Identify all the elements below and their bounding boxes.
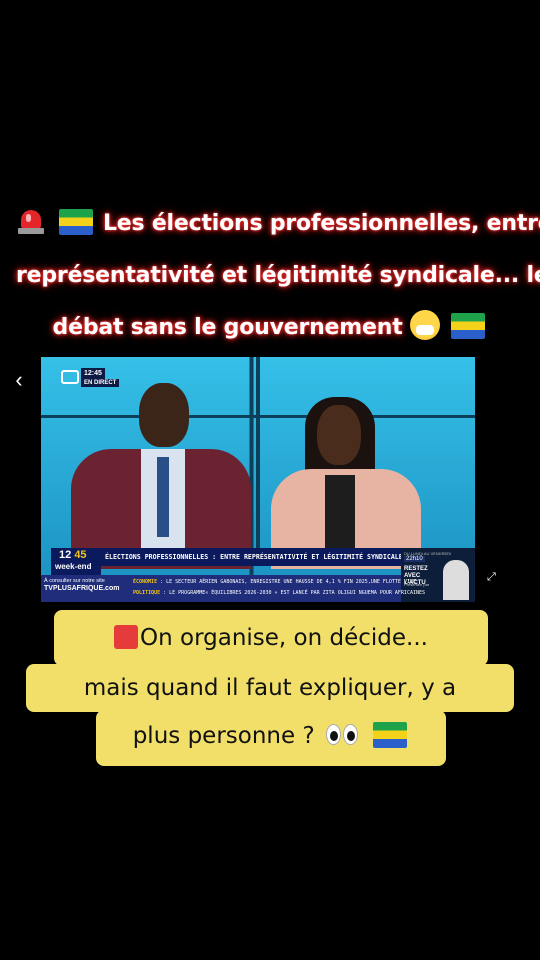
eyes-icon: [325, 724, 360, 746]
promo-time: 22h10: [404, 556, 425, 562]
news-ticker: À consulter sur notre site TVPLUSAFRIQUE…: [41, 575, 425, 602]
guest-man-head: [139, 383, 189, 447]
siren-icon: [16, 206, 46, 236]
live-badge: EN DIRECT: [81, 379, 120, 387]
fullscreen-icon[interactable]: ⤢: [487, 571, 501, 585]
sneezing-face-icon: [409, 310, 440, 340]
program-name: week-end: [55, 562, 92, 571]
overlay-text-1: On organise, on décide...: [140, 625, 428, 651]
program-clock: 12 45 week-end: [51, 548, 101, 575]
ticker-text: : LE SECTEUR AÉRIEN GABONAIS, ENREGISTRE…: [160, 579, 416, 585]
clock-min: 45: [74, 549, 87, 561]
lower-third: 12 45 week-end ÉLECTIONS PROFESSIONNELLE…: [51, 548, 401, 575]
site-prompt: À consulter sur notre site TVPLUSAFRIQUE…: [44, 578, 130, 592]
gabon-flag-icon: [373, 722, 408, 748]
site-url: TVPLUSAFRIQUE.com: [44, 585, 120, 592]
clock-hour: 12: [59, 549, 72, 561]
guest-man-tie: [157, 457, 169, 537]
overlay-line-2: mais quand il faut expliquer, y a: [26, 664, 514, 712]
tv-logo-icon: [61, 370, 79, 384]
red-square-icon: [114, 625, 139, 649]
gabon-flag-icon: [59, 209, 94, 235]
caption-text-1: Les élections professionnelles, entre: [102, 211, 540, 236]
guest-woman-head: [317, 405, 361, 465]
caption-text-3: débat sans le gouvernement: [52, 315, 403, 340]
promo-presenter: [443, 560, 469, 600]
video-frame[interactable]: 12:45 EN DIRECT 12 45 week-end ÉLECTIONS…: [41, 357, 475, 602]
back-chevron-icon[interactable]: ‹: [10, 366, 28, 394]
ticker-tag: POLITIQUE: [133, 590, 161, 596]
gabon-flag-icon: [451, 313, 486, 339]
guest-woman-top: [325, 475, 355, 555]
site-prompt-text: À consulter sur notre site: [44, 578, 105, 584]
ticker-tag: ÉCONOMIE: [133, 579, 158, 585]
ticker-text: : LE PROGRAMME« ÉQUILIBRES 2026-2030 » E…: [163, 590, 426, 596]
overlay-line-3: plus personne ?: [96, 710, 446, 766]
caption-line-3: débat sans le gouvernement: [16, 302, 524, 354]
overlay-line-1: On organise, on décide...: [54, 610, 488, 666]
post-caption: Les élections professionnelles, entre re…: [16, 198, 540, 354]
overlay-text-3: plus personne ?: [132, 723, 315, 749]
headline-banner: ÉLECTIONS PROFESSIONNELLES : ENTRE REPRÉ…: [101, 548, 401, 566]
caption-line-1: Les élections professionnelles, entre: [16, 198, 540, 250]
caption-line-2: représentativité et légitimité syndicale…: [16, 263, 540, 288]
ticker-row: ÉCONOMIE : LE SECTEUR AÉRIEN GABONAIS, E…: [133, 579, 416, 585]
ticker-row: POLITIQUE : LE PROGRAMME« ÉQUILIBRES 202…: [133, 590, 425, 596]
channel-clock: 12:45: [81, 368, 105, 379]
